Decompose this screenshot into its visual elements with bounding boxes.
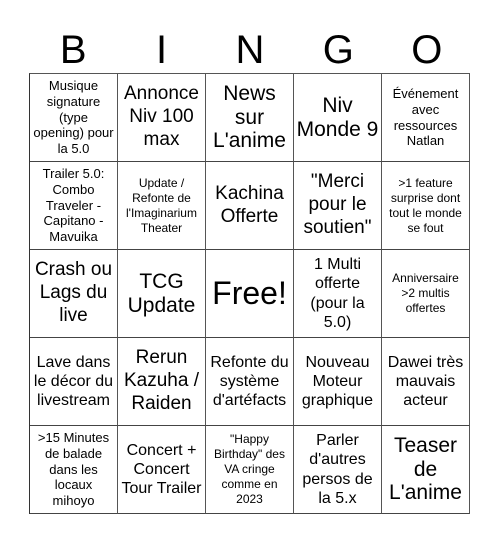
cell-text: Update / Refonte de l'Imaginarium Theate… (126, 175, 197, 235)
bingo-header: B I N G O (29, 28, 471, 73)
cell-text: Rerun Kazuha / Raiden (124, 347, 199, 414)
bingo-grid: Musique signature (type opening) pour la… (29, 73, 470, 514)
bingo-cell[interactable]: "Happy Birthday" des VA cringe comme en … (206, 426, 294, 514)
cell-text: Kachina Offerte (215, 182, 284, 227)
cell-text: Événement avec ressources Natlan (392, 85, 459, 149)
bingo-cell[interactable]: Update / Refonte de l'Imaginarium Theate… (118, 162, 206, 250)
bingo-cell[interactable]: Teaser de L'anime (382, 426, 470, 514)
cell-text: Trailer 5.0: Combo Traveler - Capitano -… (42, 165, 105, 245)
bingo-cell[interactable]: Crash ou Lags du live (30, 250, 118, 338)
bingo-cell[interactable]: Lave dans le décor du livestream (30, 338, 118, 426)
cell-text: Free! (212, 274, 287, 311)
bingo-cell[interactable]: Dawei très mauvais acteur (382, 338, 470, 426)
bingo-cell[interactable]: >15 Minutes de balade dans les locaux mi… (30, 426, 118, 514)
cell-text: Nouveau Moteur graphique (301, 353, 374, 410)
cell-text: Lave dans le décor du livestream (33, 353, 114, 410)
cell-text: Concert + Concert Tour Trailer (121, 441, 202, 498)
bingo-cell[interactable]: Parler d'autres persos de la 5.x (294, 426, 382, 514)
cell-text: Crash ou Lags du live (34, 259, 113, 326)
cell-text: "Merci pour le soutien" (303, 171, 372, 238)
bingo-cell[interactable]: "Merci pour le soutien" (294, 162, 382, 250)
cell-text: >15 Minutes de balade dans les locaux mi… (37, 429, 110, 509)
cell-text: News sur L'anime (213, 81, 286, 153)
cell-text: 1 Multi offerte (pour la 5.0) (310, 256, 365, 331)
cell-text: TCG Update (127, 269, 196, 317)
bingo-cell[interactable]: Nouveau Moteur graphique (294, 338, 382, 426)
cell-text: Parler d'autres persos de la 5.x (302, 432, 373, 507)
cell-text: Teaser de L'anime (389, 433, 462, 505)
bingo-cell[interactable]: Kachina Offerte (206, 162, 294, 250)
bingo-cell[interactable]: Événement avec ressources Natlan (382, 74, 470, 162)
bingo-cell[interactable]: Anniversaire >2 multis offertes (382, 250, 470, 338)
bingo-cell[interactable]: >1 feature surprise dont tout le monde s… (382, 162, 470, 250)
free-cell[interactable]: Free! (206, 250, 294, 338)
cell-text: >1 feature surprise dont tout le monde s… (389, 175, 462, 235)
bingo-cell[interactable]: News sur L'anime (206, 74, 294, 162)
cell-text: Refonte du système d'artéfacts (210, 353, 289, 410)
bingo-cell[interactable]: TCG Update (118, 250, 206, 338)
header-letter-g: G (322, 28, 354, 72)
cell-text: Niv Monde 9 (296, 93, 379, 141)
bingo-cell[interactable]: Refonte du système d'artéfacts (206, 338, 294, 426)
bingo-cell[interactable]: Musique signature (type opening) pour la… (30, 74, 118, 162)
bingo-cell[interactable]: 1 Multi offerte (pour la 5.0) (294, 250, 382, 338)
cell-text: Anniversaire >2 multis offertes (392, 271, 459, 315)
header-letter-n: N (235, 28, 265, 72)
cell-text: Dawei très mauvais acteur (387, 353, 464, 410)
bingo-cell[interactable]: Annonce Niv 100 max (118, 74, 206, 162)
header-letter-o: O (411, 28, 443, 72)
bingo-cell[interactable]: Concert + Concert Tour Trailer (118, 426, 206, 514)
cell-text: "Happy Birthday" des VA cringe comme en … (214, 432, 285, 506)
bingo-cell[interactable]: Trailer 5.0: Combo Traveler - Capitano -… (30, 162, 118, 250)
bingo-cell[interactable]: Niv Monde 9 (294, 74, 382, 162)
header-letter-b: B (59, 28, 87, 72)
header-letter-i: I (156, 28, 168, 72)
bingo-cell[interactable]: Rerun Kazuha / Raiden (118, 338, 206, 426)
cell-text: Musique signature (type opening) pour la… (33, 77, 114, 157)
cell-text: Annonce Niv 100 max (123, 83, 199, 150)
